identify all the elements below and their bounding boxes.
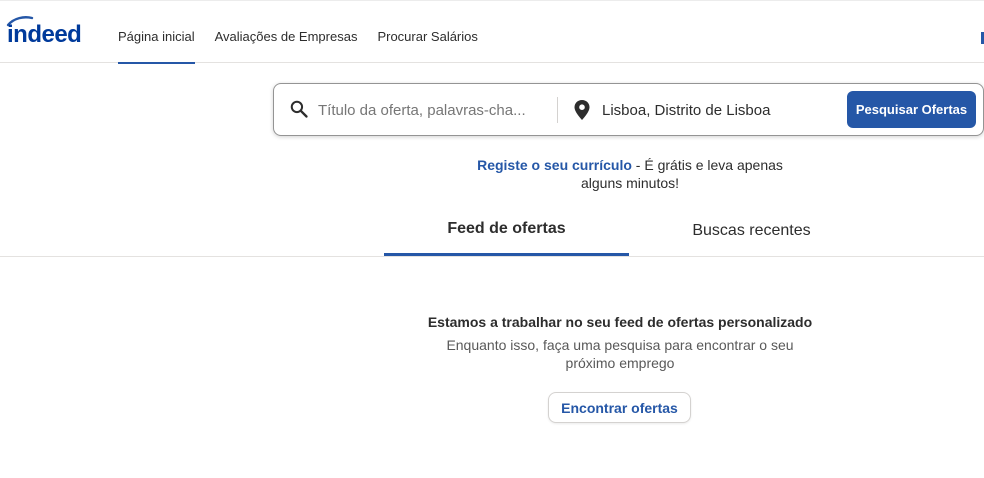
nav-find-salaries[interactable]: Procurar Salários [377, 1, 477, 63]
what-field[interactable] [274, 84, 558, 135]
what-input[interactable] [318, 97, 548, 123]
feed-empty-title: Estamos a trabalhar no seu feed de ofert… [427, 314, 813, 330]
feed-empty-description: Enquanto isso, faça uma pesquisa para en… [446, 337, 794, 371]
tab-job-feed[interactable]: Feed de ofertas [384, 209, 629, 257]
indeed-logo[interactable]: indeed [6, 15, 98, 49]
job-search-bar: Pesquisar Ofertas [273, 83, 984, 136]
tabs-divider [0, 256, 984, 257]
nav-company-reviews[interactable]: Avaliações de Empresas [215, 1, 358, 63]
resume-promo: Registe o seu currículo - É grátis e lev… [455, 156, 805, 192]
search-jobs-button[interactable]: Pesquisar Ofertas [847, 91, 976, 128]
logo-text: indeed [7, 21, 81, 48]
search-icon [290, 100, 308, 118]
where-field[interactable] [559, 84, 839, 135]
register-resume-link[interactable]: Registe o seu currículo [477, 157, 632, 173]
main-nav: Página inicial Avaliações de Empresas Pr… [118, 1, 498, 64]
top-header: indeed Página inicial Avaliações de Empr… [0, 0, 984, 64]
tab-recent-searches[interactable]: Buscas recentes [629, 211, 874, 258]
nav-home[interactable]: Página inicial [118, 1, 195, 64]
location-pin-icon [574, 100, 590, 120]
where-input[interactable] [602, 97, 827, 123]
search-field-divider [557, 97, 558, 123]
find-jobs-button[interactable]: Encontrar ofertas [548, 392, 691, 423]
